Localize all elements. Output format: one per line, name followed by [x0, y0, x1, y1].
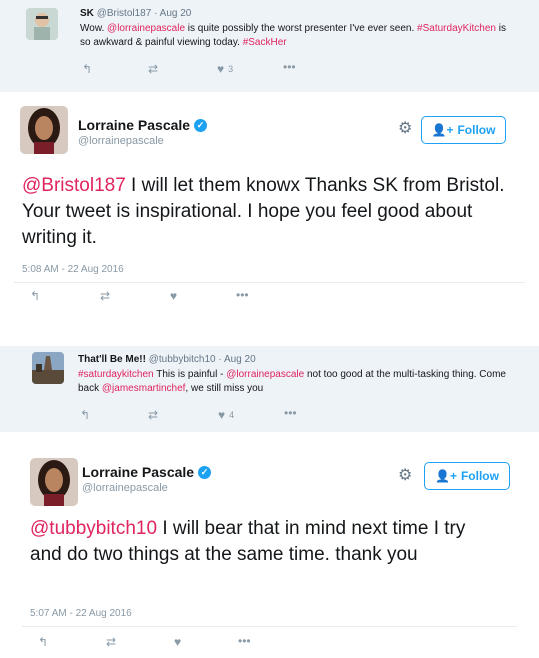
- avatar[interactable]: [20, 106, 68, 154]
- verified-badge-icon: ✓: [198, 465, 212, 479]
- follow-button[interactable]: 👤+ Follow: [421, 116, 506, 144]
- like-button[interactable]: ♥ 4: [218, 408, 234, 422]
- tweet-date[interactable]: Aug 20: [224, 354, 256, 365]
- verified-badge-icon: ✓: [194, 118, 208, 132]
- tweet-date[interactable]: Aug 20: [160, 8, 192, 19]
- reply-icon[interactable]: ↰: [38, 635, 48, 649]
- avatar[interactable]: [30, 458, 78, 506]
- author-name[interactable]: That'll Be Me!!: [78, 354, 146, 365]
- tweet-header: That'll Be Me!! @tubbybitch10 · Aug 20: [78, 354, 256, 365]
- more-icon[interactable]: •••: [236, 288, 249, 302]
- author-handle[interactable]: @lorrainepascale: [78, 135, 164, 147]
- hashtag-link[interactable]: #SaturdayKitchen: [414, 23, 496, 34]
- like-button[interactable]: ♥ 3: [217, 62, 233, 76]
- author-name-text: Lorraine Pascale: [78, 117, 191, 133]
- gear-icon[interactable]: ⚙: [398, 118, 412, 138]
- more-icon[interactable]: •••: [284, 406, 297, 420]
- divider: [22, 626, 517, 627]
- tweet-text: @tubbybitch10 I will bear that in mind n…: [30, 516, 500, 568]
- tweet-text-segment: is quite possibly the worst presenter I'…: [185, 23, 415, 34]
- reply-tweet-sk: SK @Bristol187 · Aug 20 Wow. @lorrainepa…: [0, 0, 539, 93]
- tweet-text-segment: This is painful -: [153, 369, 227, 380]
- reply-icon[interactable]: ↰: [80, 408, 90, 422]
- heart-icon[interactable]: ♥: [174, 635, 181, 649]
- tweet-text: Wow. @lorrainepascale is quite possibly …: [80, 22, 510, 50]
- reply-icon[interactable]: ↰: [30, 289, 40, 303]
- reply-icon[interactable]: ↰: [82, 62, 92, 76]
- avatar[interactable]: [32, 352, 64, 384]
- main-tweet-lorraine-1: Lorraine Pascale ✓ @lorrainepascale ⚙ 👤+…: [0, 92, 539, 347]
- author-handle[interactable]: @tubbybitch10: [149, 354, 216, 365]
- author-name-text: Lorraine Pascale: [82, 464, 195, 480]
- hashtag-link[interactable]: #SackHer: [243, 37, 287, 48]
- tweet-text-segment: Wow.: [80, 23, 108, 34]
- follow-label: Follow: [457, 123, 496, 137]
- mention-link[interactable]: @tubbybitch10: [30, 518, 157, 539]
- tweet-text: #saturdaykitchen This is painful - @lorr…: [78, 368, 510, 396]
- author-handle[interactable]: @lorrainepascale: [82, 482, 168, 494]
- retweet-icon[interactable]: ⇄: [148, 62, 158, 76]
- avatar[interactable]: [26, 8, 58, 40]
- gear-icon[interactable]: ⚙: [398, 465, 412, 485]
- hashtag-link[interactable]: #saturdaykitchen: [78, 369, 154, 380]
- heart-icon[interactable]: ♥: [170, 289, 177, 303]
- more-icon[interactable]: •••: [283, 60, 296, 74]
- tweet-timestamp[interactable]: 5:07 AM - 22 Aug 2016: [30, 608, 132, 619]
- like-count: 3: [228, 64, 234, 74]
- retweet-icon[interactable]: ⇄: [100, 289, 110, 303]
- retweet-icon[interactable]: ⇄: [106, 635, 116, 649]
- main-tweet-lorraine-2: Lorraine Pascale ✓ @lorrainepascale ⚙ 👤+…: [0, 432, 539, 658]
- follow-button[interactable]: 👤+ Follow: [424, 462, 510, 490]
- divider: [14, 282, 525, 283]
- retweet-icon[interactable]: ⇄: [148, 408, 158, 422]
- reply-tweet-tubbybitch: That'll Be Me!! @tubbybitch10 · Aug 20 #…: [0, 346, 539, 433]
- tweet-timestamp[interactable]: 5:08 AM - 22 Aug 2016: [22, 264, 124, 275]
- follow-label: Follow: [460, 469, 499, 483]
- heart-icon: ♥: [217, 62, 225, 76]
- author-name[interactable]: SK: [80, 8, 94, 19]
- follow-person-icon: 👤+: [435, 469, 457, 483]
- tweet-text-segment: , we still miss you: [185, 383, 264, 394]
- author-name[interactable]: Lorraine Pascale ✓: [82, 464, 212, 480]
- mention-link[interactable]: @lorrainepascale: [107, 23, 185, 34]
- more-icon[interactable]: •••: [238, 634, 251, 648]
- follow-person-icon: 👤+: [431, 123, 454, 137]
- author-name[interactable]: Lorraine Pascale ✓: [78, 117, 208, 133]
- mention-link[interactable]: @Bristol187: [22, 175, 126, 196]
- tweet-header: SK @Bristol187 · Aug 20: [80, 8, 191, 19]
- like-count: 4: [229, 410, 235, 420]
- tweet-text: @Bristol187 I will let them knowx Thanks…: [22, 173, 512, 251]
- author-handle[interactable]: @Bristol187: [97, 8, 152, 19]
- mention-link[interactable]: @lorrainepascale: [226, 369, 304, 380]
- separator-dot: ·: [154, 8, 158, 19]
- mention-link[interactable]: @jamesmartinchef: [102, 383, 186, 394]
- heart-icon: ♥: [218, 408, 226, 422]
- separator-dot: ·: [218, 354, 222, 365]
